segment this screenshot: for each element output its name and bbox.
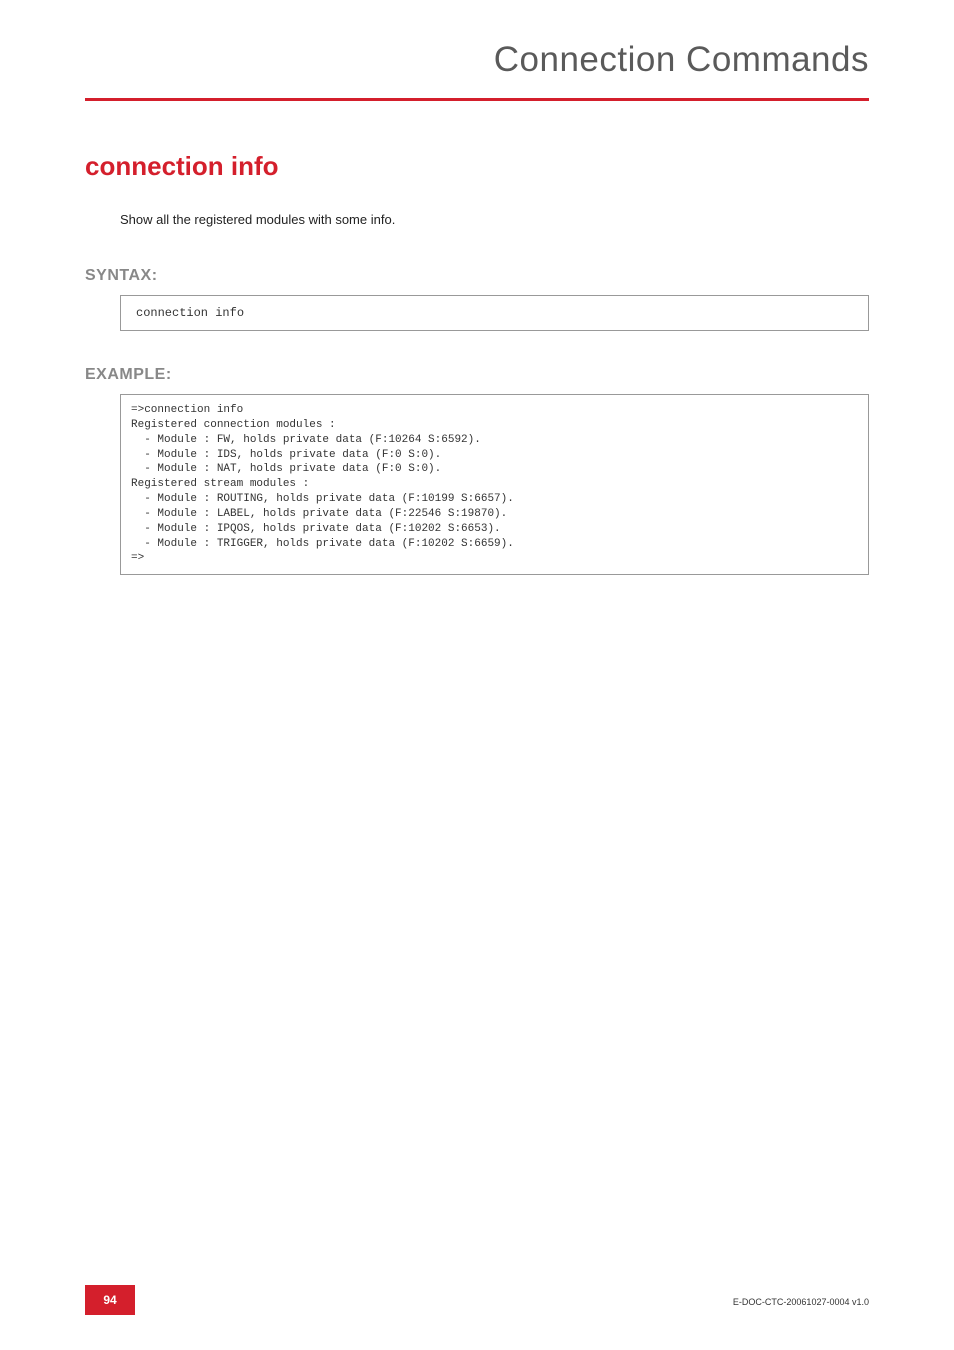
page-footer: 94 E-DOC-CTC-20061027-0004 v1.0 — [0, 1285, 954, 1315]
section-description: Show all the registered modules with som… — [120, 212, 869, 227]
syntax-label: SYNTAX: — [85, 267, 869, 285]
section-title: connection info — [85, 151, 869, 182]
syntax-box: connection info — [120, 295, 869, 331]
page-header: Connection Commands — [85, 40, 869, 101]
document-id: E-DOC-CTC-20061027-0004 v1.0 — [733, 1297, 869, 1307]
page-number: 94 — [85, 1285, 135, 1315]
example-label: EXAMPLE: — [85, 366, 869, 384]
chapter-title: Connection Commands — [85, 40, 869, 80]
document-page: Connection Commands connection info Show… — [0, 0, 954, 1350]
example-box: =>connection info Registered connection … — [120, 394, 869, 575]
